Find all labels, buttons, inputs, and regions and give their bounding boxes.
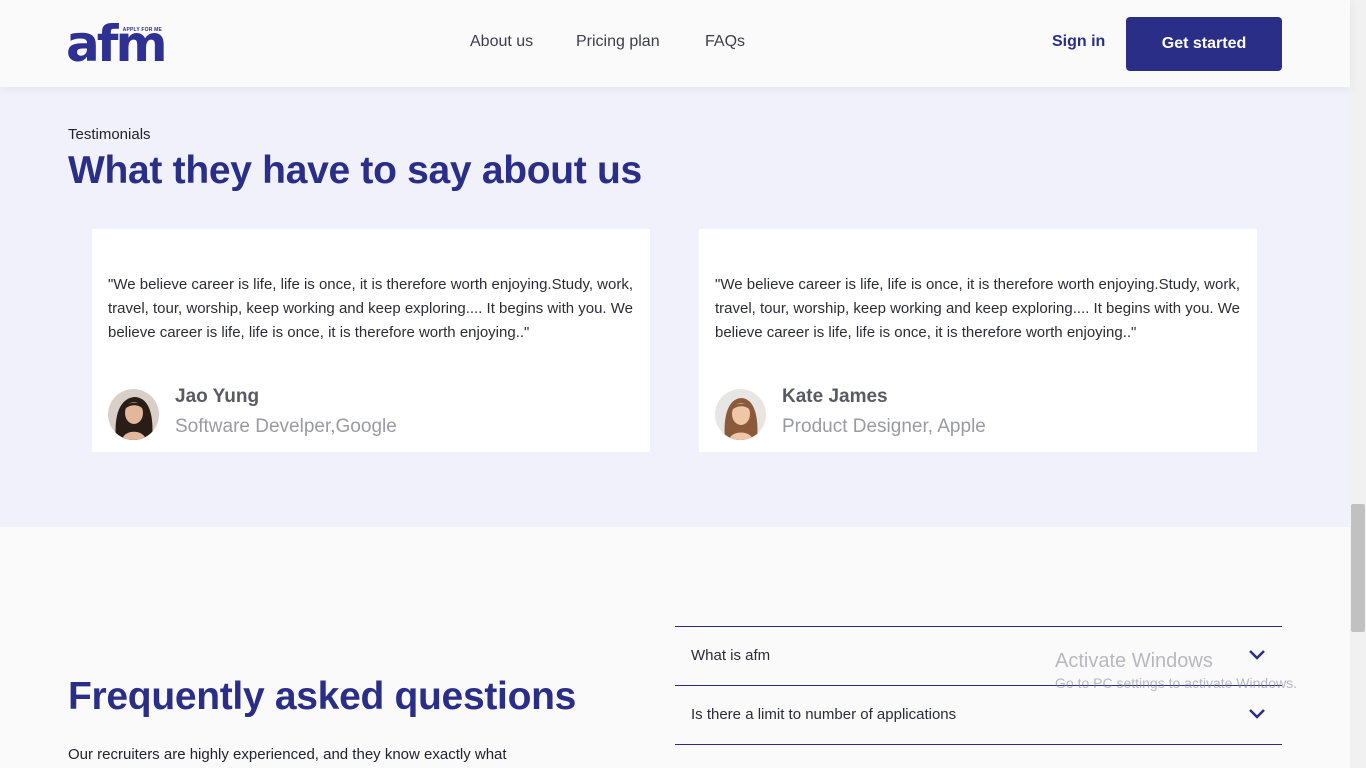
faq-intro-text: Our recruiters are highly experienced, a… <box>68 746 507 763</box>
vertical-scrollbar[interactable] <box>1350 0 1366 768</box>
faq-item[interactable] <box>675 744 1282 768</box>
top-navbar: afm APPLY FOR ME About us Pricing plan F… <box>0 0 1350 87</box>
watermark-subtitle: Go to PC settings to activate Windows. <box>1055 675 1297 691</box>
person-role: Product Designer, Apple <box>782 416 986 437</box>
nav-link-faqs[interactable]: FAQs <box>705 33 745 51</box>
faq-section: Frequently asked questions Our recruiter… <box>0 527 1350 768</box>
testimonials-title: What they have to say about us <box>68 149 642 192</box>
section-eyebrow: Testimonials <box>68 126 151 143</box>
watermark-title: Activate Windows <box>1055 650 1213 672</box>
faq-question: Is there a limit to number of applicatio… <box>691 706 957 723</box>
sign-in-link[interactable]: Sign in <box>1052 33 1105 51</box>
chevron-down-icon[interactable] <box>1248 707 1266 721</box>
faq-title: Frequently asked questions <box>68 675 576 718</box>
avatar <box>715 389 766 440</box>
testimonials-section: Testimonials What they have to say about… <box>0 87 1350 527</box>
faq-accordion: What is afm Is there a limit to number o… <box>675 626 1282 768</box>
get-started-button[interactable]: Get started <box>1126 17 1282 71</box>
person-role: Software Develper,Google <box>175 416 397 437</box>
nav-link-about-us[interactable]: About us <box>470 33 533 51</box>
person-name: Jao Yung <box>175 386 260 407</box>
avatar <box>108 389 159 440</box>
logo-tagline: APPLY FOR ME <box>122 27 162 33</box>
nav-link-pricing-plan[interactable]: Pricing plan <box>576 33 660 51</box>
testimonial-card: "We believe career is life, life is once… <box>699 229 1257 452</box>
testimonial-quote: "We believe career is life, life is once… <box>108 276 633 341</box>
testimonial-card: "We believe career is life, life is once… <box>92 229 650 452</box>
activate-windows-watermark: Activate Windows Go to PC settings to ac… <box>1055 650 1297 691</box>
testimonial-quote: "We believe career is life, life is once… <box>715 276 1240 341</box>
faq-question: What is afm <box>691 647 771 664</box>
scrollbar-thumb[interactable] <box>1351 504 1365 632</box>
faq-item[interactable]: Is there a limit to number of applicatio… <box>675 685 1282 744</box>
person-name: Kate James <box>782 386 888 407</box>
